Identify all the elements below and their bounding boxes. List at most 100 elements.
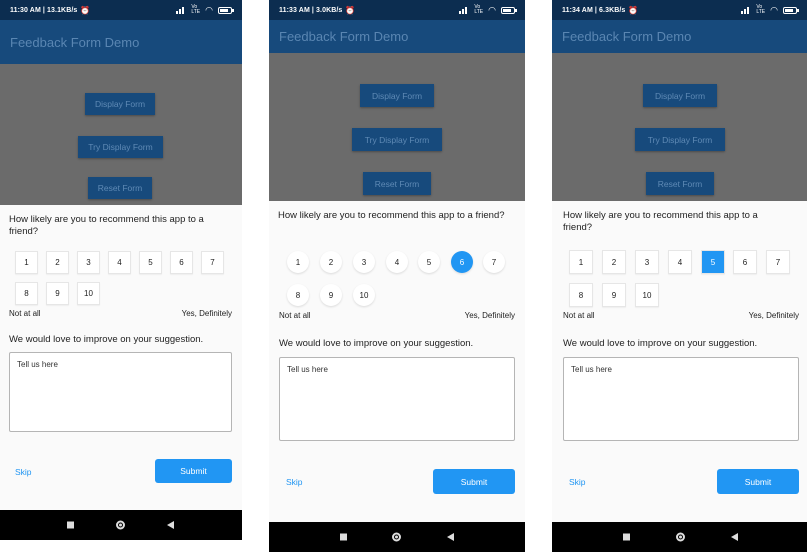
phone-screen-2: 11:33 AM | 3.0KB/s ⏰ Vo LTE ◠ Feedback Fo… [269, 0, 525, 552]
status-text: 11:30 AM | 13.1KB/s [10, 6, 78, 14]
battery-icon [218, 6, 234, 14]
back-triangle-icon[interactable] [167, 521, 174, 529]
rating-2[interactable]: 2 [602, 250, 626, 274]
wifi-icon: ◠ [770, 4, 778, 15]
signal-icon [176, 6, 186, 14]
app-title: Feedback Form Demo [10, 34, 140, 50]
recents-square-icon[interactable] [67, 521, 74, 529]
volte-icon: Vo LTE [191, 4, 201, 15]
rating-6-selected[interactable]: 6 [451, 251, 473, 273]
suggestion-input[interactable]: Tell us here [9, 352, 232, 432]
rating-6[interactable]: 6 [170, 251, 193, 274]
home-circle-icon[interactable] [392, 532, 401, 542]
rating-9[interactable]: 9 [602, 283, 626, 307]
rating-5[interactable]: 5 [139, 251, 162, 274]
rating-4[interactable]: 4 [668, 250, 692, 274]
rating-1[interactable]: 1 [15, 251, 38, 274]
rating-4[interactable]: 4 [386, 251, 408, 273]
app-bar: Feedback Form Demo [269, 20, 525, 53]
reset-form-button[interactable]: Reset Form [88, 177, 152, 199]
suggestion-input[interactable]: Tell us here [563, 357, 799, 441]
scale-high-label: Yes, Definitely [464, 311, 515, 320]
rating-1[interactable]: 1 [287, 251, 309, 273]
phone-screen-1: 11:30 AM | 13.1KB/s ⏰ Vo LTE ◠ Feedback F… [0, 0, 242, 540]
rating-9[interactable]: 9 [320, 284, 342, 306]
battery-icon [783, 6, 799, 14]
rating-3[interactable]: 3 [635, 250, 659, 274]
status-bar: 11:33 AM | 3.0KB/s ⏰ Vo LTE ◠ [269, 0, 525, 20]
question-text: How likely are you to recommend this app… [9, 214, 204, 237]
alarm-icon: ⏰ [345, 5, 356, 15]
scale-low-label: Not at all [563, 311, 595, 320]
app-title: Feedback Form Demo [279, 29, 409, 44]
phone-screen-3: 11:34 AM | 6.3KB/s ⏰ Vo LTE ◠ Feedback Fo… [552, 0, 807, 552]
navigation-bar [552, 522, 807, 552]
status-bar: 11:34 AM | 6.3KB/s ⏰ Vo LTE ◠ [552, 0, 807, 20]
try-display-form-button[interactable]: Try Display Form [352, 128, 442, 151]
status-text: 11:34 AM | 6.3KB/s [562, 6, 626, 14]
question-text: How likely are you to recommend this app… [563, 210, 758, 233]
rating-2[interactable]: 2 [320, 251, 342, 273]
rating-10[interactable]: 10 [353, 284, 375, 306]
submit-button[interactable]: Submit [433, 469, 515, 494]
app-bar: Feedback Form Demo [0, 20, 242, 64]
rating-1[interactable]: 1 [569, 250, 593, 274]
alarm-icon: ⏰ [628, 5, 639, 15]
reset-form-button[interactable]: Reset Form [363, 172, 431, 195]
rating-10[interactable]: 10 [77, 282, 100, 305]
rating-5[interactable]: 5 [418, 251, 440, 273]
navigation-bar [0, 510, 242, 540]
rating-7[interactable]: 7 [766, 250, 790, 274]
back-triangle-icon[interactable] [731, 533, 738, 541]
reset-form-button[interactable]: Reset Form [646, 172, 714, 195]
volte-icon: Vo LTE [756, 4, 766, 15]
navigation-bar [269, 522, 525, 552]
skip-button[interactable]: Skip [569, 477, 586, 487]
try-display-form-button[interactable]: Try Display Form [635, 128, 725, 151]
app-bar: Feedback Form Demo [552, 20, 807, 53]
wifi-icon: ◠ [205, 4, 213, 15]
rating-8[interactable]: 8 [287, 284, 309, 306]
wifi-icon: ◠ [488, 4, 496, 15]
suggestion-input[interactable]: Tell us here [279, 357, 515, 441]
rating-8[interactable]: 8 [569, 283, 593, 307]
rating-7[interactable]: 7 [201, 251, 224, 274]
submit-button[interactable]: Submit [717, 469, 799, 494]
signal-icon [459, 6, 469, 14]
rating-10[interactable]: 10 [635, 283, 659, 307]
scale-low-label: Not at all [9, 309, 41, 318]
rating-9[interactable]: 9 [46, 282, 69, 305]
try-display-form-button[interactable]: Try Display Form [78, 136, 163, 158]
skip-button[interactable]: Skip [286, 477, 303, 487]
home-circle-icon[interactable] [116, 520, 125, 530]
rating-8[interactable]: 8 [15, 282, 38, 305]
home-circle-icon[interactable] [676, 532, 685, 542]
suggestion-prompt: We would love to improve on your suggest… [563, 338, 758, 349]
rating-6[interactable]: 6 [733, 250, 757, 274]
battery-icon [501, 6, 517, 14]
skip-button[interactable]: Skip [15, 467, 32, 477]
status-text: 11:33 AM | 3.0KB/s [279, 6, 343, 14]
alarm-icon: ⏰ [80, 5, 91, 15]
suggestion-prompt: We would love to improve on your suggest… [9, 334, 204, 345]
submit-button[interactable]: Submit [155, 459, 232, 483]
volte-icon: Vo LTE [474, 4, 484, 15]
rating-2[interactable]: 2 [46, 251, 69, 274]
rating-7[interactable]: 7 [483, 251, 505, 273]
back-triangle-icon[interactable] [447, 533, 454, 541]
display-form-button[interactable]: Display Form [85, 93, 155, 115]
display-form-button[interactable]: Display Form [360, 84, 434, 107]
rating-4[interactable]: 4 [108, 251, 131, 274]
recents-square-icon[interactable] [623, 533, 630, 541]
rating-5-selected[interactable]: 5 [701, 250, 725, 274]
rating-3[interactable]: 3 [353, 251, 375, 273]
scale-high-label: Yes, Definitely [748, 311, 799, 320]
app-title: Feedback Form Demo [562, 29, 692, 44]
question-text: How likely are you to recommend this app… [278, 210, 505, 221]
recents-square-icon[interactable] [340, 533, 347, 541]
scale-low-label: Not at all [279, 311, 311, 320]
display-form-button[interactable]: Display Form [643, 84, 717, 107]
rating-3[interactable]: 3 [77, 251, 100, 274]
scale-high-label: Yes, Definitely [181, 309, 232, 318]
status-bar: 11:30 AM | 13.1KB/s ⏰ Vo LTE ◠ [0, 0, 242, 20]
